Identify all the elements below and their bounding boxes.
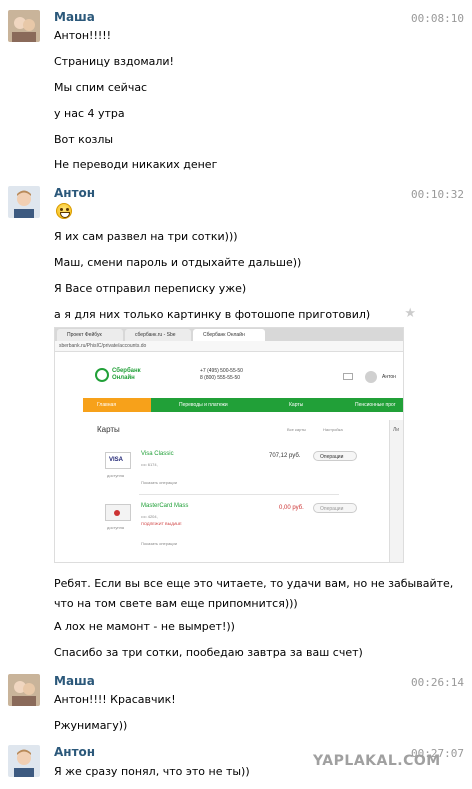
card-note: ПОДЛЕЖИТ ВЫДАЧЕ	[141, 521, 182, 526]
message-text: Я Васе отправил переписку уже)	[54, 282, 247, 295]
nav-item: Главная	[97, 402, 117, 408]
settings-link: Настройка	[323, 427, 343, 432]
phone-numbers: +7 (495) 500-55-50 8 (800) 555-55-50	[200, 368, 243, 382]
nav-active-bg	[83, 398, 151, 412]
author-name[interactable]: Антон	[54, 745, 95, 759]
card-status: доступна	[107, 473, 125, 478]
message-text: а я для них только картинку в фотошопе п…	[54, 308, 371, 321]
nav-item: Пенсионные прог	[355, 402, 396, 408]
browser-tab: Проект Фейбук	[57, 329, 123, 341]
message-time[interactable]: 00:10:32	[411, 188, 464, 201]
cards-title: Карты	[97, 425, 120, 434]
message-time[interactable]: 00:26:14	[411, 676, 464, 689]
message-text: Вот козлы	[54, 133, 114, 146]
all-cards-link: Все карты	[287, 427, 306, 432]
logo-line: Онлайн	[112, 375, 135, 381]
message-text: Я же сразу понял, что это не ты))	[54, 765, 250, 778]
avatar[interactable]	[8, 745, 40, 777]
card-name: MasterCard Mass	[141, 503, 189, 509]
sberbank-logo-icon	[95, 368, 109, 382]
message-text: у нас 4 утра	[54, 107, 125, 120]
phone-number: 8 (800) 555-55-50	[200, 375, 241, 381]
avatar[interactable]	[8, 674, 40, 706]
avatar[interactable]	[8, 186, 40, 218]
card-number: •••• 4204,	[141, 514, 158, 519]
star-icon[interactable]: ★	[404, 306, 416, 321]
operations-button: Операции	[313, 451, 357, 461]
watermark: YAPLAKAL.COM	[313, 753, 441, 769]
message-text: Мы спим сейчас	[54, 81, 148, 94]
message-text: Ржунимагу))	[54, 719, 128, 732]
nav-item: Карты	[289, 402, 304, 408]
message-text: Страницу вздомали!	[54, 55, 174, 68]
side-panel: Ли	[389, 420, 403, 562]
attached-image-sberbank[interactable]: Проект Фейбук сбербанк.ru - Sbe Сбербанк…	[54, 327, 404, 563]
message-text: Ребят. Если вы все еще это читаете, то у…	[54, 577, 454, 610]
operations-button: Операции	[313, 503, 357, 513]
browser-tab: Сбербанк Онлайн	[193, 329, 265, 341]
address-bar: sberbank.ru/PhisIC/private/accounts.do	[55, 341, 403, 352]
message-text: А лох не мамонт - не вымрет!))	[54, 620, 235, 633]
user-avatar-icon	[365, 371, 377, 383]
nav-item: Переводы и платежи	[179, 402, 228, 408]
card-name: Visa Classic	[141, 451, 174, 457]
logo-line: Сбербанк	[112, 368, 141, 374]
message-time[interactable]: 00:08:10	[411, 12, 464, 25]
avatar[interactable]	[8, 10, 40, 42]
user-name: Антон	[382, 374, 396, 380]
browser-tab: сбербанк.ru - Sbe	[125, 329, 191, 341]
card-number: •••• 6174,	[141, 462, 158, 467]
message-text: Я их сам развел на три сотки)))	[54, 230, 238, 243]
message-text: Маш, смени пароль и отдыхайте дальше))	[54, 256, 302, 269]
visa-card-icon: VISA	[105, 452, 131, 469]
message-text: Спасибо за три сотки, пообедаю завтра за…	[54, 646, 363, 659]
card-status: доступна	[107, 525, 125, 530]
bank-nav: Главная Переводы и платежи Карты Пенсион…	[83, 398, 403, 412]
side-label: Ли	[393, 427, 400, 433]
sberbank-logo-text: Сбербанк Онлайн	[112, 368, 141, 382]
message-text: Антон!!!! Красавчик!	[54, 693, 176, 706]
show-operations-link: Показать операции	[141, 541, 177, 546]
mastercard-icon	[105, 504, 131, 521]
phone-number: +7 (495) 500-55-50	[200, 368, 243, 374]
author-name[interactable]: Антон	[54, 186, 95, 200]
mail-icon	[343, 373, 353, 380]
show-operations-link: Показать операции	[141, 480, 177, 485]
browser-tab-bar: Проект Фейбук сбербанк.ru - Sbe Сбербанк…	[55, 328, 403, 341]
divider	[139, 494, 339, 495]
author-name[interactable]: Маша	[54, 10, 95, 24]
smile-emoji-icon	[56, 203, 72, 219]
message-text: Антон!!!!!	[54, 29, 112, 42]
message-text: Не переводи никаких денег	[54, 158, 218, 171]
card-amount: 0,00 руб.	[279, 505, 304, 511]
author-name[interactable]: Маша	[54, 674, 95, 688]
card-amount: 707,12 руб.	[269, 453, 301, 459]
